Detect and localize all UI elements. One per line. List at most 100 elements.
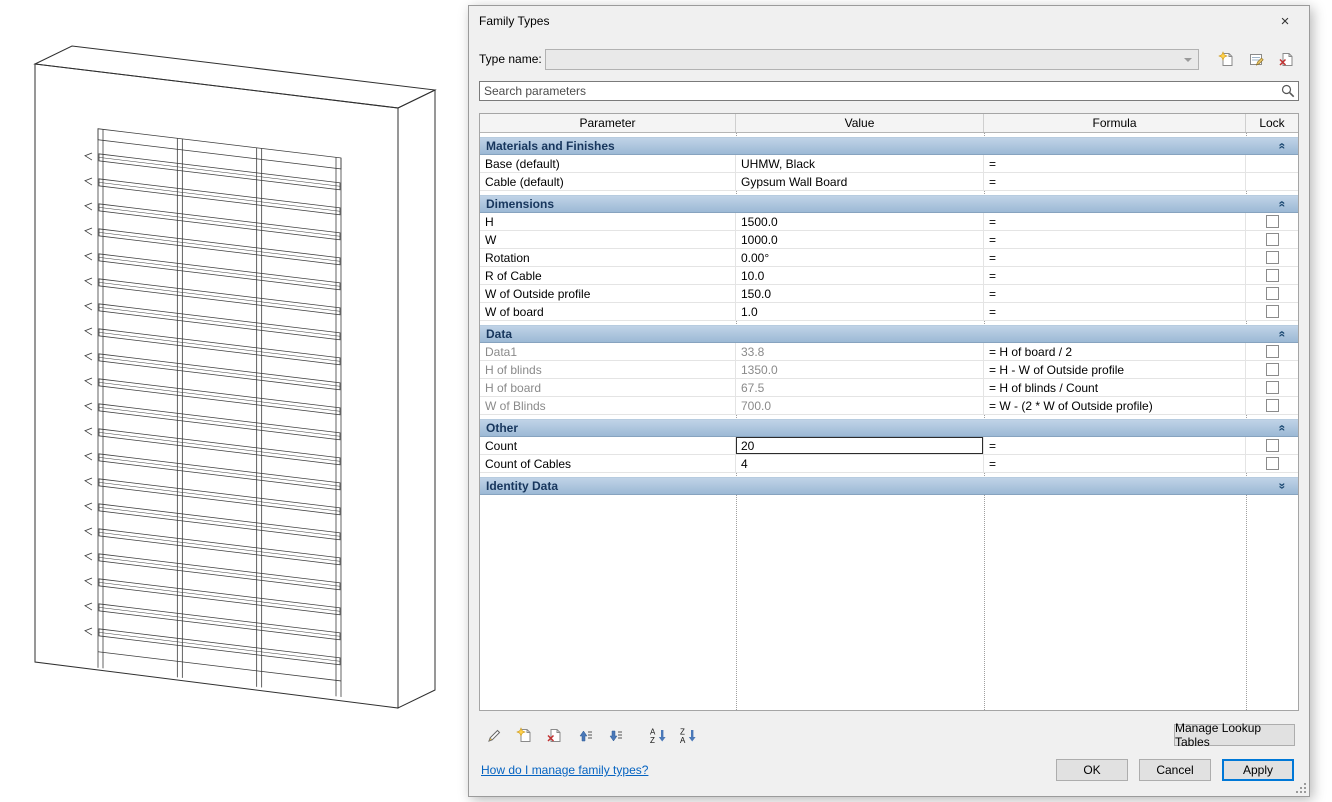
value-cell[interactable]: 150.0	[736, 285, 984, 302]
lock-checkbox[interactable]	[1265, 399, 1279, 412]
table-row-rotation: Rotation 0.00° =	[480, 249, 1298, 267]
group-header-data[interactable]: Data «	[480, 325, 1298, 343]
formula-cell[interactable]: = W - (2 * W of Outside profile)	[984, 397, 1246, 414]
lock-checkbox[interactable]	[1265, 269, 1279, 282]
lock-checkbox[interactable]	[1265, 233, 1279, 246]
apply-button[interactable]: Apply	[1222, 759, 1294, 781]
param-cell[interactable]: W of Outside profile	[480, 285, 736, 302]
param-cell[interactable]: Count	[480, 437, 736, 454]
formula-cell[interactable]: =	[984, 173, 1246, 190]
formula-cell[interactable]: = H of blinds / Count	[984, 379, 1246, 396]
param-cell[interactable]: Rotation	[480, 249, 736, 266]
table-row-cable-default: Cable (default) Gypsum Wall Board =	[480, 173, 1298, 191]
delete-parameter-button[interactable]	[541, 724, 568, 746]
resize-grip[interactable]	[1294, 781, 1307, 794]
move-parameter-up-button[interactable]	[571, 724, 598, 746]
formula-cell[interactable]: =	[984, 455, 1246, 472]
lock-checkbox[interactable]	[1265, 381, 1279, 394]
formula-cell[interactable]: =	[984, 249, 1246, 266]
chevron-expanded-icon[interactable]: «	[1276, 425, 1290, 432]
formula-cell[interactable]: =	[984, 285, 1246, 302]
chevron-expanded-icon[interactable]: «	[1276, 201, 1290, 208]
table-body: Materials and Finishes « Base (default) UHM…	[480, 133, 1298, 710]
type-name-combobox[interactable]	[545, 48, 1199, 70]
value-cell[interactable]: 10.0	[736, 267, 984, 284]
param-cell[interactable]: W of Blinds	[480, 397, 736, 414]
value-cell[interactable]: 33.8	[736, 343, 984, 360]
param-cell[interactable]: H	[480, 213, 736, 230]
formula-cell[interactable]: =	[984, 303, 1246, 320]
param-cell[interactable]: Cable (default)	[480, 173, 736, 190]
move-parameter-down-button[interactable]	[601, 724, 628, 746]
formula-cell[interactable]: =	[984, 231, 1246, 248]
group-header-other[interactable]: Other «	[480, 419, 1298, 437]
param-cell[interactable]: H of blinds	[480, 361, 736, 378]
chevron-expanded-icon[interactable]: «	[1276, 331, 1290, 338]
help-link[interactable]: How do I manage family types?	[481, 763, 648, 777]
lock-checkbox[interactable]	[1265, 305, 1279, 318]
formula-cell[interactable]: = H - W of Outside profile	[984, 361, 1246, 378]
formula-cell[interactable]: =	[984, 267, 1246, 284]
new-parameter-button[interactable]	[511, 724, 538, 746]
param-cell[interactable]: Data1	[480, 343, 736, 360]
value-cell[interactable]: 1000.0	[736, 231, 984, 248]
formula-cell[interactable]: =	[984, 155, 1246, 172]
search-input[interactable]	[479, 81, 1299, 101]
value-cell[interactable]: 1500.0	[736, 213, 984, 230]
sort-ascending-button[interactable]: A Z	[645, 724, 672, 746]
edit-parameter-button[interactable]	[481, 724, 508, 746]
value-cell[interactable]: 67.5	[736, 379, 984, 396]
delete-type-button[interactable]	[1273, 48, 1299, 70]
column-header-formula[interactable]: Formula	[984, 114, 1246, 132]
table-row-h-of-blinds: H of blinds 1350.0 = H - W of Outside prof…	[480, 361, 1298, 379]
formula-cell[interactable]: =	[984, 213, 1246, 230]
ok-button[interactable]: OK	[1056, 759, 1128, 781]
param-cell[interactable]: W of board	[480, 303, 736, 320]
column-header-lock[interactable]: Lock	[1246, 114, 1298, 132]
lock-checkbox[interactable]	[1265, 251, 1279, 264]
cancel-button[interactable]: Cancel	[1139, 759, 1211, 781]
value-cell-editing[interactable]: 20	[736, 437, 984, 454]
search-icon[interactable]	[1281, 84, 1295, 101]
dialog-titlebar[interactable]: Family Types ×	[469, 6, 1309, 36]
param-cell[interactable]: R of Cable	[480, 267, 736, 284]
lock-checkbox[interactable]	[1265, 215, 1279, 228]
value-cell[interactable]: 1.0	[736, 303, 984, 320]
param-cell[interactable]: Count of Cables	[480, 455, 736, 472]
column-header-value[interactable]: Value	[736, 114, 984, 132]
close-icon[interactable]: ×	[1271, 9, 1299, 33]
value-cell[interactable]: 1350.0	[736, 361, 984, 378]
table-row-w-of-outside-profile: W of Outside profile 150.0 =	[480, 285, 1298, 303]
lock-checkbox[interactable]	[1265, 287, 1279, 300]
lock-cell	[1246, 397, 1298, 414]
value-cell[interactable]: UHMW, Black	[736, 155, 984, 172]
value-cell[interactable]: 700.0	[736, 397, 984, 414]
value-cell[interactable]: Gypsum Wall Board	[736, 173, 984, 190]
formula-cell[interactable]: =	[984, 437, 1246, 454]
formula-cell[interactable]: = H of board / 2	[984, 343, 1246, 360]
lock-checkbox[interactable]	[1265, 439, 1279, 452]
value-cell[interactable]: 0.00°	[736, 249, 984, 266]
rename-type-button[interactable]	[1243, 48, 1269, 70]
value-cell[interactable]: 4	[736, 455, 984, 472]
sort-descending-button[interactable]: Z A	[675, 724, 702, 746]
column-header-parameter[interactable]: Parameter	[480, 114, 736, 132]
chevron-collapsed-icon[interactable]: »	[1276, 483, 1290, 490]
group-header-identity-data[interactable]: Identity Data »	[480, 477, 1298, 495]
lock-checkbox[interactable]	[1265, 363, 1279, 376]
group-header-dimensions[interactable]: Dimensions «	[480, 195, 1298, 213]
lock-cell	[1246, 303, 1298, 320]
dialog-footer: How do I manage family types? OK Cancel …	[481, 758, 1294, 782]
group-header-materials-and-finishes[interactable]: Materials and Finishes «	[480, 137, 1298, 155]
new-type-button[interactable]	[1213, 48, 1239, 70]
lock-checkbox[interactable]	[1265, 457, 1279, 470]
lock-cell	[1246, 379, 1298, 396]
param-cell[interactable]: H of board	[480, 379, 736, 396]
lock-checkbox[interactable]	[1265, 345, 1279, 358]
manage-lookup-tables-button[interactable]: Manage Lookup Tables	[1174, 721, 1295, 749]
search-row	[479, 81, 1299, 101]
param-cell[interactable]: Base (default)	[480, 155, 736, 172]
param-cell[interactable]: W	[480, 231, 736, 248]
chevron-expanded-icon[interactable]: «	[1276, 143, 1290, 150]
slab-top-face	[33, 45, 437, 109]
